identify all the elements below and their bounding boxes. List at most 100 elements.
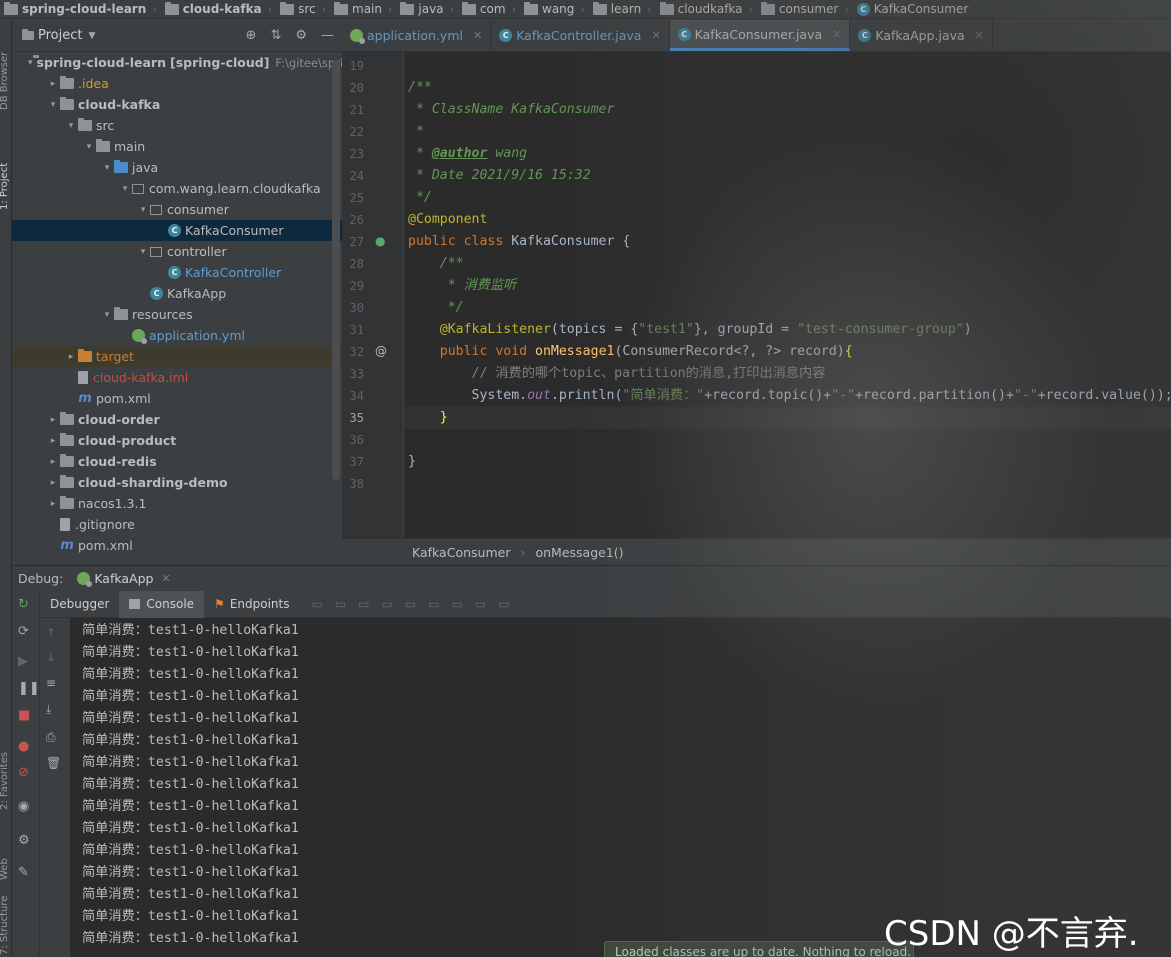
step-out-icon[interactable]: ▭ — [382, 597, 393, 611]
breadcrumb-item[interactable]: C KafkaConsumer — [849, 2, 968, 16]
view-breakpoints-icon[interactable]: ● — [18, 739, 29, 754]
editor-tab[interactable]: C KafkaConsumer.java ✕ — [669, 20, 851, 51]
tree-item[interactable]: ▾ consumer — [12, 199, 342, 220]
soft-wrap-icon[interactable]: ≡ — [46, 676, 56, 690]
chevron-down-icon[interactable]: ▾ — [100, 163, 114, 173]
chevron-down-icon[interactable]: ▾ — [118, 184, 132, 194]
breadcrumb-item[interactable]: learn › — [585, 1, 652, 16]
scroll-to-end-icon[interactable]: ⤓ — [46, 702, 51, 717]
trace-icon[interactable]: ▭ — [498, 597, 509, 611]
chevron-down-icon[interactable]: ▾ — [136, 247, 150, 257]
tree-item[interactable]: ▸ cloud-redis — [12, 451, 342, 472]
editor-tab[interactable]: application.yml ✕ — [342, 20, 492, 51]
breadcrumb-class[interactable]: KafkaConsumer — [412, 545, 510, 560]
run-to-cursor-icon[interactable]: ▭ — [428, 597, 439, 611]
stop-icon[interactable]: ■ — [18, 708, 30, 723]
code-editor[interactable]: /** * ClassName KafkaConsumer * * @autho… — [404, 52, 1171, 538]
tree-item[interactable]: cloud-kafka.iml — [12, 367, 342, 388]
rerun-icon[interactable]: ↻ — [18, 597, 29, 612]
close-icon[interactable]: ✕ — [832, 28, 841, 41]
camera-icon[interactable]: ◉ — [18, 799, 29, 814]
breadcrumb-item[interactable]: cloudkafka › — [652, 1, 753, 16]
tree-item[interactable]: C KafkaApp — [12, 283, 342, 304]
chevron-right-icon[interactable]: ▸ — [46, 436, 60, 446]
chevron-down-icon[interactable]: ▾ — [100, 310, 114, 320]
bean-run-icon[interactable]: ● — [375, 234, 385, 248]
chevron-down-icon[interactable]: ▾ — [64, 121, 78, 131]
tree-item[interactable]: ▾ java — [12, 157, 342, 178]
breadcrumb-item[interactable]: src › — [272, 1, 326, 16]
breadcrumb-item[interactable]: com › — [454, 1, 516, 16]
tree-item[interactable]: ▾ com.wang.learn.cloudkafka — [12, 178, 342, 199]
chevron-down-icon[interactable]: ▾ — [28, 58, 33, 68]
chevron-down-icon[interactable]: ▼ — [88, 31, 95, 41]
close-icon[interactable]: ✕ — [161, 572, 170, 585]
locate-icon[interactable]: ⊕ — [246, 28, 257, 43]
tree-item[interactable]: ▾ spring-cloud-learn [spring-cloud] F:\gite… — [12, 52, 358, 73]
drop-frame-icon[interactable]: ▭ — [405, 597, 416, 611]
close-icon[interactable]: ✕ — [473, 29, 482, 42]
chevron-right-icon[interactable]: ▸ — [46, 79, 60, 89]
tree-item[interactable]: ▸ cloud-order — [12, 409, 342, 430]
force-step-into-icon[interactable]: ▭ — [358, 597, 369, 611]
tree-item[interactable]: ▸ .idea — [12, 73, 342, 94]
tree-item[interactable]: ▾ resources — [12, 304, 342, 325]
breadcrumb-item[interactable]: consumer › — [753, 1, 849, 16]
project-view-selector[interactable]: Project — [38, 28, 82, 43]
tree-item[interactable]: C KafkaController — [12, 262, 342, 283]
debug-tab-endpoints[interactable]: ⚑ Endpoints — [204, 591, 299, 618]
tree-item[interactable]: application.yml — [12, 325, 342, 346]
trash-icon[interactable]: 🗑 — [46, 756, 61, 770]
chevron-down-icon[interactable]: ▾ — [136, 205, 150, 215]
editor-tab[interactable]: C KafkaController.java ✕ — [491, 20, 670, 51]
step-over-icon[interactable]: ▭ — [311, 597, 322, 611]
minimize-icon[interactable]: — — [321, 28, 334, 43]
collapse-all-icon[interactable]: ⇅ — [270, 28, 281, 43]
notification-toast[interactable]: Loaded classes are up to date. Nothing t… — [604, 941, 914, 957]
breadcrumb-item[interactable]: main › — [326, 1, 392, 16]
print-icon[interactable]: ⎙ — [46, 730, 56, 745]
tree-item[interactable]: ▾ controller — [12, 241, 342, 262]
tree-item[interactable]: ▾ src — [12, 115, 342, 136]
gear-icon[interactable]: ⚙ — [295, 28, 307, 43]
step-into-icon[interactable]: ▭ — [335, 597, 346, 611]
breadcrumb-item[interactable]: wang › — [516, 1, 585, 16]
editor-tab[interactable]: C KafkaApp.java ✕ — [850, 20, 993, 51]
tree-item[interactable]: m pom.xml — [12, 388, 342, 409]
close-icon[interactable]: ✕ — [651, 29, 660, 42]
breadcrumb-item[interactable]: spring-cloud-learn › — [2, 1, 157, 16]
chevron-right-icon[interactable]: ▸ — [46, 415, 60, 425]
tree-scrollbar[interactable] — [332, 60, 340, 480]
tree-item[interactable]: ▾ cloud-kafka — [12, 94, 342, 115]
breadcrumb-method[interactable]: onMessage1() — [535, 545, 623, 560]
tree-item[interactable]: m pom.xml — [12, 535, 342, 556]
debug-tab-console[interactable]: Console — [119, 590, 205, 618]
pin-icon[interactable]: ✎ — [18, 865, 29, 880]
mute-breakpoints-icon[interactable]: ⊘ — [18, 765, 29, 780]
breadcrumb-item[interactable]: cloud-kafka › — [157, 1, 272, 16]
up-arrow-icon[interactable]: ↑ — [46, 626, 56, 640]
tree-item[interactable]: ▸ cloud-product — [12, 430, 342, 451]
web-tool-tab[interactable]: Web — [0, 858, 10, 880]
debug-session-tab[interactable]: KafkaApp ✕ — [77, 571, 171, 587]
evaluate-icon[interactable]: ▭ — [452, 597, 463, 611]
chevron-down-icon[interactable]: ▾ — [46, 100, 60, 110]
table-icon[interactable]: ▭ — [475, 597, 486, 611]
tree-item[interactable]: C KafkaConsumer — [12, 220, 342, 241]
tree-item[interactable]: .gitignore — [12, 514, 342, 535]
close-icon[interactable]: ✕ — [975, 29, 984, 42]
chevron-right-icon[interactable]: ▸ — [46, 499, 60, 509]
chevron-right-icon[interactable]: ▸ — [46, 457, 60, 467]
chevron-right-icon[interactable]: ▸ — [64, 352, 78, 362]
project-tool-tab[interactable]: 1: Project — [0, 163, 10, 210]
tree-item[interactable]: ▸ target — [12, 346, 342, 367]
chevron-right-icon[interactable]: ▸ — [46, 478, 60, 488]
down-arrow-icon[interactable]: ↓ — [46, 650, 56, 664]
favorites-tool-tab[interactable]: 2: Favorites — [0, 752, 10, 810]
pause-icon[interactable]: ❚❚ — [18, 681, 40, 696]
refresh-icon[interactable]: ⟳ — [18, 624, 29, 639]
db-browser-tool-tab[interactable]: DB Browser — [0, 52, 10, 110]
override-at-icon[interactable]: @ — [375, 344, 387, 358]
structure-tool-tab[interactable]: 7: Structure — [0, 896, 10, 955]
tree-item[interactable]: ▾ main — [12, 136, 342, 157]
